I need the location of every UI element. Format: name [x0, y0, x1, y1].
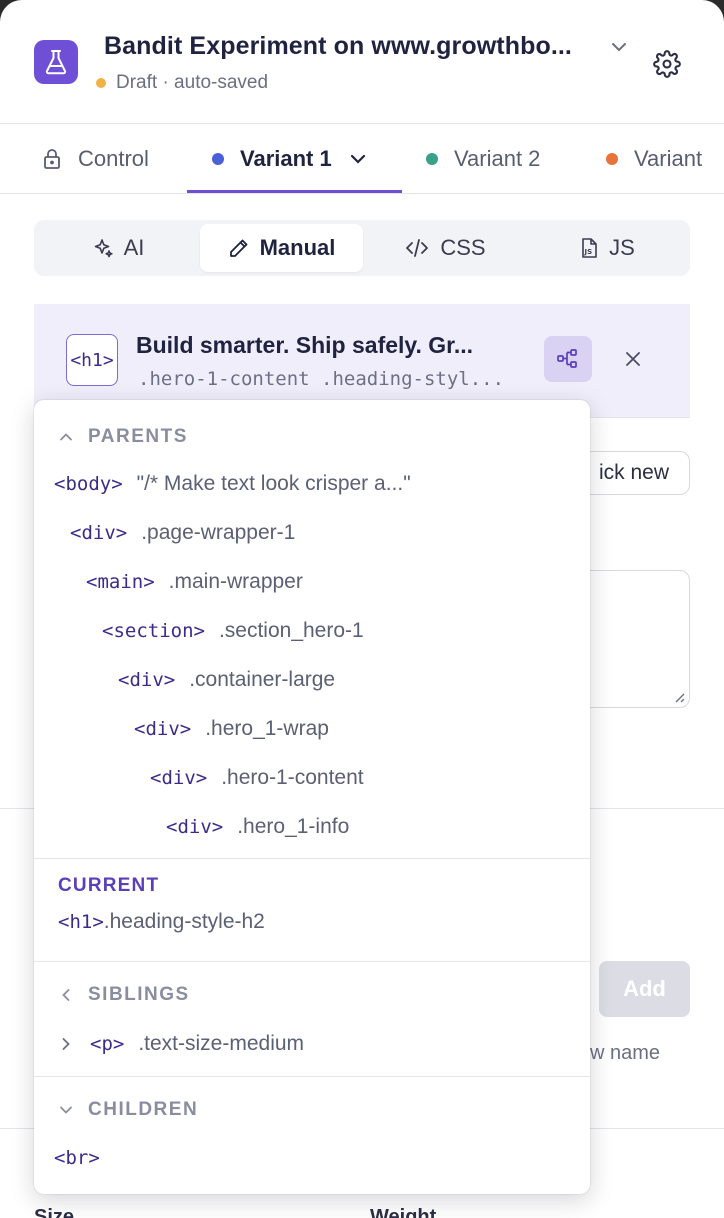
pencil-icon [229, 239, 247, 257]
flask-icon [34, 40, 78, 84]
mode-tab-manual[interactable]: Manual [200, 224, 363, 272]
parent-node-hero-info[interactable]: <div> .hero_1-info [166, 815, 349, 839]
current-node[interactable]: <h1>.heading-style-h2 [58, 910, 265, 934]
lock-icon [44, 149, 60, 169]
tab-variant-3[interactable]: Variant [606, 124, 702, 194]
size-label: Size [34, 1206, 75, 1218]
parent-node-hero-content[interactable]: <div> .hero-1-content [150, 766, 364, 790]
js-file-icon: JS [582, 238, 597, 258]
current-section-label: CURRENT [58, 875, 160, 896]
chevron-down-icon[interactable] [348, 149, 368, 169]
experiment-title[interactable]: Bandit Experiment on www.growthbo... [104, 32, 572, 61]
chevron-right-icon[interactable] [58, 1036, 74, 1052]
parent-node-container-large[interactable]: <div> .container-large [118, 668, 335, 692]
mode-tabs: AI Manual CSS JS JS [34, 220, 690, 276]
parents-section-toggle[interactable]: PARENTS [58, 426, 188, 448]
mode-tab-css[interactable]: CSS [365, 224, 525, 272]
visual-editor-panel: Bandit Experiment on www.growthbo... Dra… [0, 0, 724, 1218]
section-separator [34, 858, 590, 859]
save-status: Draft · auto-saved [96, 72, 268, 94]
variant-3-color-dot [606, 153, 618, 165]
hierarchy-icon [557, 349, 577, 368]
tab-control[interactable]: Control [42, 124, 149, 194]
svg-text:JS: JS [584, 248, 593, 256]
children-section-toggle[interactable]: CHILDREN [58, 1099, 198, 1121]
parent-node-hero-wrap[interactable]: <div> .hero_1-wrap [134, 717, 329, 741]
sparkle-icon [94, 239, 113, 258]
selected-element-tag: <h1> [66, 334, 118, 386]
parent-node-body[interactable]: <body> "/* Make text look crisper a..." [54, 472, 411, 496]
active-tab-indicator [187, 190, 402, 193]
parent-node-page-wrapper[interactable]: <div> .page-wrapper-1 [70, 521, 295, 545]
section-separator [34, 961, 590, 962]
chevron-down-icon[interactable] [608, 36, 630, 58]
resize-handle-icon[interactable] [671, 689, 685, 703]
add-button[interactable]: Add [599, 961, 690, 1017]
status-dot [96, 78, 106, 88]
selected-element-selector: .hero-1-content .heading-styl... [138, 368, 505, 390]
variant-1-color-dot [212, 153, 224, 165]
variant-2-color-dot [426, 153, 438, 165]
dom-tree-dropdown: PARENTS <body> "/* Make text look crispe… [34, 400, 590, 1194]
status-text: Draft · auto-saved [116, 72, 269, 93]
tab-variant-2[interactable]: Variant 2 [426, 124, 540, 194]
variant-tabs: Control Variant 1 Variant 2 Variant [0, 124, 724, 194]
child-node-br[interactable]: <br> [54, 1147, 114, 1169]
siblings-section-toggle[interactable]: SIBLINGS [58, 984, 190, 1006]
new-name-hint: w name [590, 1042, 661, 1064]
gear-icon[interactable] [653, 50, 681, 78]
parent-node-section-hero[interactable]: <section> .section_hero-1 [102, 619, 364, 643]
chevron-up-icon [60, 433, 72, 441]
code-icon [406, 239, 429, 257]
parent-node-main-wrapper[interactable]: <main> .main-wrapper [86, 570, 303, 594]
chevron-left-icon [62, 989, 70, 1001]
mode-tab-ai[interactable]: AI [38, 224, 198, 272]
dom-tree-button[interactable] [544, 336, 592, 382]
section-separator [34, 1076, 590, 1077]
sibling-node[interactable]: <p> .text-size-medium [58, 1032, 304, 1056]
selected-element-text: Build smarter. Ship safely. Gr... [136, 332, 474, 358]
close-icon[interactable] [622, 348, 644, 370]
weight-label: Weight [370, 1206, 437, 1218]
chevron-down-icon [60, 1106, 72, 1114]
header: Bandit Experiment on www.growthbo... Dra… [0, 0, 724, 124]
tab-variant-1[interactable]: Variant 1 [212, 124, 368, 194]
mode-tab-js[interactable]: JS JS [527, 224, 687, 272]
